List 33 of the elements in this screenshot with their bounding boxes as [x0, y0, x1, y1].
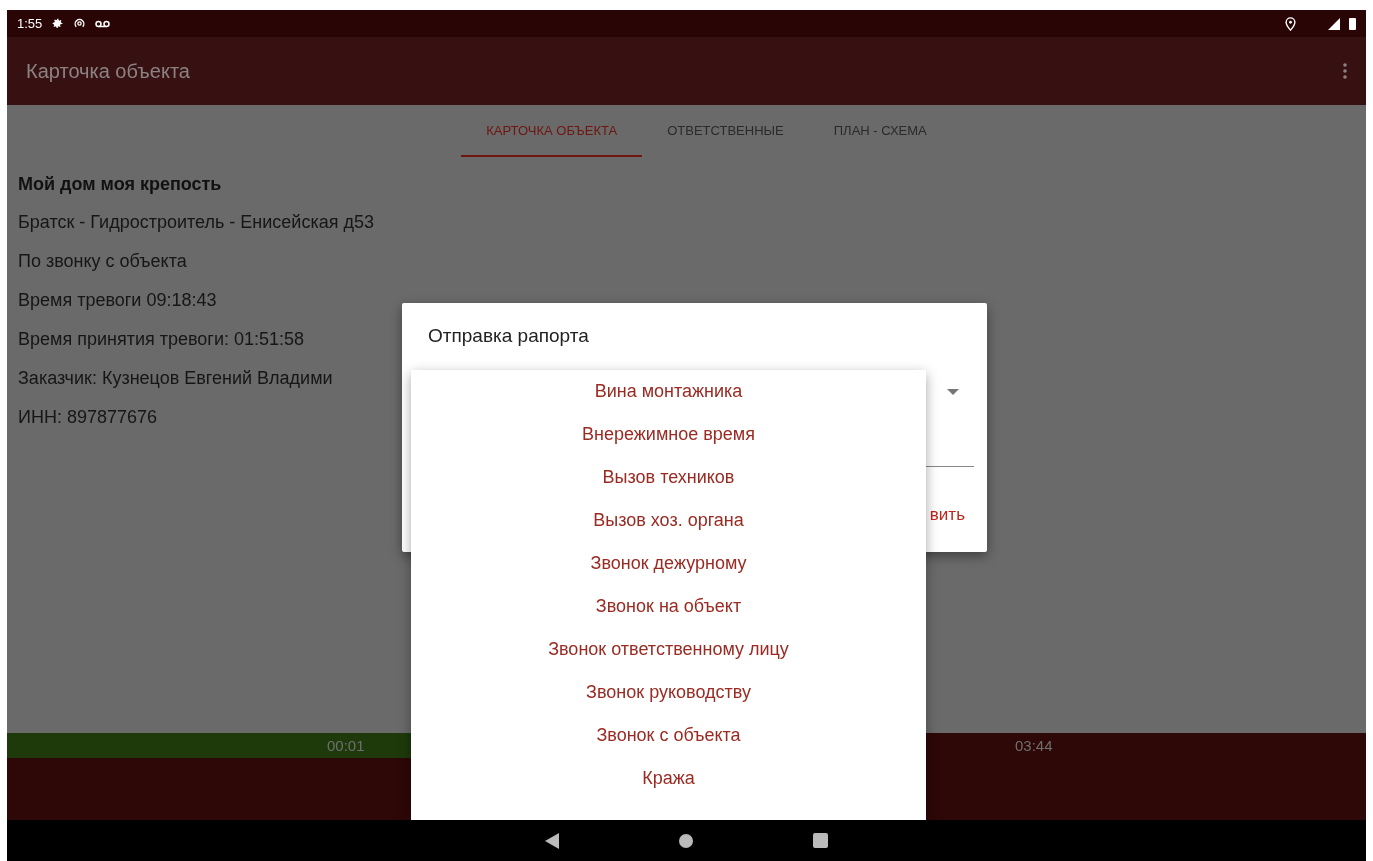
menu-option[interactable]: Вызов хоз. органа: [411, 499, 926, 542]
menu-option[interactable]: Звонок с объекта: [411, 714, 926, 757]
more-icon[interactable]: [1343, 63, 1347, 79]
status-time: 1:55: [17, 16, 43, 31]
hotspot-icon: [73, 17, 87, 30]
menu-option[interactable]: Внережимное время: [411, 413, 926, 456]
menu-option[interactable]: Звонок ответственному лицу: [411, 628, 926, 671]
remaining-time: 03:44: [1015, 737, 1053, 754]
menu-option[interactable]: Звонок на объект: [411, 585, 926, 628]
back-icon[interactable]: [545, 832, 559, 849]
menu-option[interactable]: Вина монтажника: [411, 370, 926, 413]
dialog-button[interactable]: вить: [929, 505, 965, 525]
menu-option[interactable]: Вызов техников: [411, 456, 926, 499]
dialog-title: Отправка рапорта: [428, 325, 590, 347]
settings-icon: [51, 17, 65, 30]
object-detail: Заказчик: Кузнецов Евгений Владими: [18, 367, 333, 390]
elapsed-time: 00:01: [327, 737, 365, 754]
dropdown-arrow-icon[interactable]: [947, 389, 959, 395]
menu-option[interactable]: Звонок дежурному: [411, 542, 926, 585]
signal-icon: [1328, 17, 1340, 30]
menu-option[interactable]: Кража: [411, 757, 926, 800]
object-detail: Братск - Гидростроитель - Енисейская д53: [18, 211, 374, 234]
object-name: Мой дом моя крепость: [18, 173, 222, 196]
object-detail: По звонку с объекта: [18, 250, 187, 273]
location-icon: [1285, 16, 1296, 31]
object-detail: Время тревоги 09:18:43: [18, 289, 217, 312]
app-title: Карточка объекта: [26, 59, 190, 83]
object-detail: ИНН: 897877676: [18, 406, 158, 429]
menu-option[interactable]: Звонок руководству: [411, 671, 926, 714]
object-detail: Время принятия тревоги: 01:51:58: [18, 328, 305, 351]
home-icon[interactable]: [679, 833, 693, 848]
voicemail-icon: [95, 18, 111, 29]
battery-icon: [1349, 17, 1356, 30]
